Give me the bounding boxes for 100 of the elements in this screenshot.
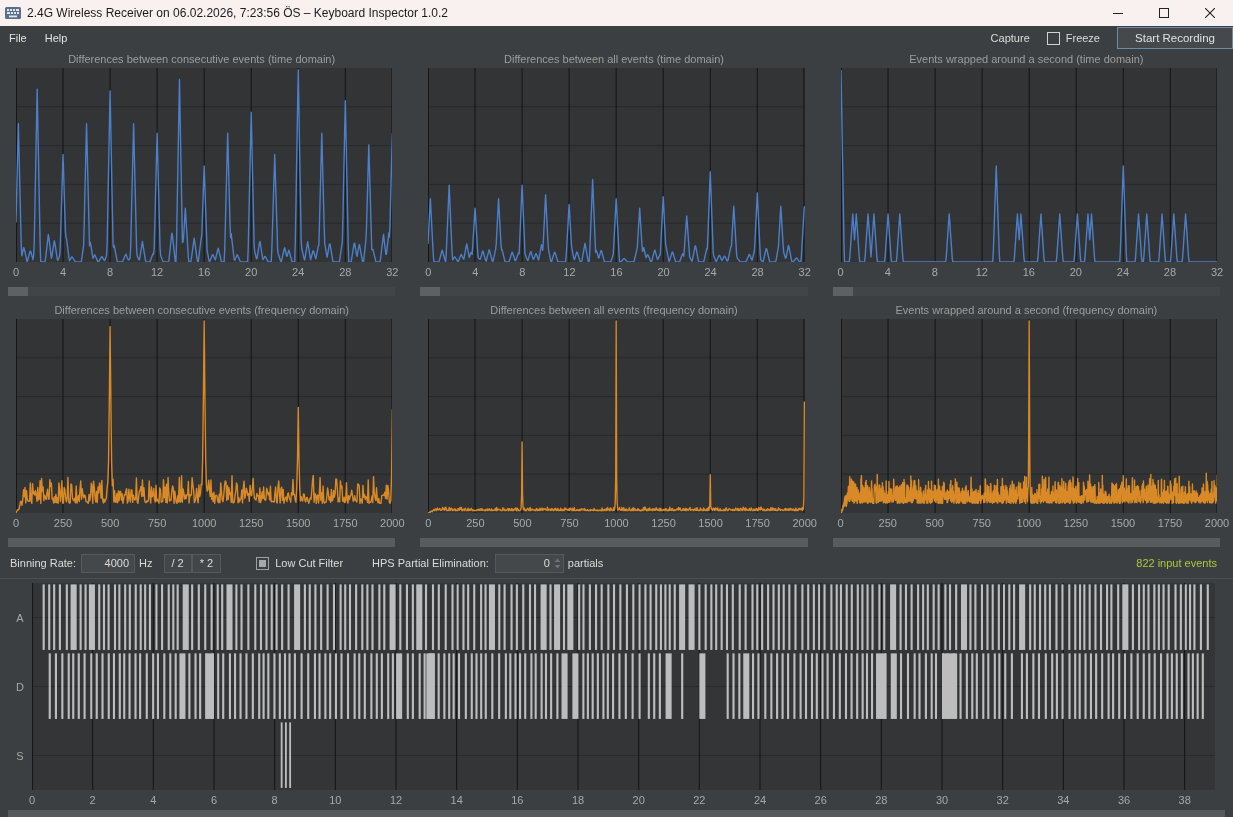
axis-label: 24 bbox=[1116, 266, 1130, 279]
axis-label: 16 bbox=[511, 794, 524, 807]
axis-label: 1250 bbox=[1063, 517, 1089, 530]
start-recording-button[interactable]: Start Recording bbox=[1117, 27, 1233, 49]
axis-label: 1500 bbox=[698, 517, 723, 530]
minimize-icon bbox=[1113, 12, 1123, 14]
menu-item[interactable]: File bbox=[0, 28, 36, 48]
row-label: D bbox=[16, 680, 24, 693]
axis-label: 0 bbox=[12, 266, 20, 279]
axis-label: 8 bbox=[519, 266, 526, 279]
chart-title: Events wrapped around a second (time domain) bbox=[909, 53, 1144, 65]
axis-label: 20 bbox=[245, 266, 258, 279]
checkbox-label: Low Cut Filter bbox=[275, 557, 344, 569]
axis-label: 500 bbox=[100, 517, 120, 530]
axis-label: 28 bbox=[1163, 266, 1177, 279]
scrollbar-track[interactable] bbox=[420, 287, 808, 296]
axis-label: 1750 bbox=[333, 517, 358, 530]
axis-label: 12 bbox=[563, 266, 576, 279]
axis-label: 8 bbox=[271, 794, 278, 807]
double-button[interactable]: * 2 bbox=[191, 553, 222, 573]
chart-title: Differences between all events (frequency domain) bbox=[490, 304, 738, 316]
menu-item[interactable]: Help bbox=[35, 28, 77, 48]
axis-label: 2000 bbox=[792, 517, 817, 530]
axis-label: 1000 bbox=[604, 517, 629, 530]
axis-label: 250 bbox=[878, 517, 897, 530]
scrollbar[interactable] bbox=[8, 810, 1225, 817]
axis-label: 250 bbox=[466, 517, 485, 530]
scrollbar[interactable] bbox=[832, 538, 1220, 547]
axis-label: 32 bbox=[996, 794, 1009, 807]
axis-label: 1000 bbox=[191, 517, 217, 530]
axis-label: 2000 bbox=[380, 517, 405, 530]
close-icon bbox=[1205, 8, 1215, 18]
axis-label: 500 bbox=[925, 517, 944, 530]
axis-label: 1500 bbox=[1110, 517, 1136, 530]
chart-title: Events wrapped around a second (frequency domain) bbox=[895, 304, 1158, 316]
axis-label: 750 bbox=[972, 517, 991, 530]
row-label: S bbox=[16, 749, 24, 762]
axis-label: 1500 bbox=[286, 517, 311, 530]
axis-label: 28 bbox=[339, 266, 352, 279]
axis-label: 32 bbox=[1210, 266, 1224, 279]
hps-label: HPS Partial Elimination: bbox=[372, 557, 489, 569]
scrollbar-track[interactable] bbox=[832, 287, 1220, 296]
axis-label: 2000 bbox=[1204, 517, 1230, 530]
axis-label: 1000 bbox=[1016, 517, 1042, 530]
axis-label: 36 bbox=[1117, 794, 1131, 807]
axis-label: 250 bbox=[53, 517, 73, 530]
axis-label: 20 bbox=[1069, 266, 1082, 279]
axis-label: 0 bbox=[28, 794, 36, 807]
spin-icon[interactable] bbox=[553, 556, 561, 570]
axis-label: 4 bbox=[884, 266, 891, 279]
chart-title: Differences between consecutive events (frequency domain) bbox=[54, 304, 349, 316]
axis-label: 4 bbox=[150, 794, 157, 807]
axis-label: 26 bbox=[814, 794, 827, 807]
axis-label: 30 bbox=[935, 794, 949, 807]
axis-label: 24 bbox=[753, 794, 767, 807]
axis-label: 750 bbox=[147, 517, 167, 530]
chart-title: Differences between all events (time domain) bbox=[504, 53, 724, 65]
axis-label: 16 bbox=[198, 266, 211, 279]
halve-button[interactable]: / 2 bbox=[163, 553, 192, 573]
axis-label: 4 bbox=[59, 266, 67, 279]
maximize-icon bbox=[1159, 8, 1169, 18]
axis-label: 0 bbox=[425, 517, 432, 530]
axis-label: 1750 bbox=[1157, 517, 1183, 530]
axis-label: 16 bbox=[610, 266, 623, 279]
axis-label: 12 bbox=[975, 266, 988, 279]
scrollbar[interactable] bbox=[420, 538, 808, 547]
axis-label: 38 bbox=[1178, 794, 1191, 807]
axis-label: 500 bbox=[513, 517, 532, 530]
axis-label: 18 bbox=[571, 794, 585, 807]
scrollbar-thumb[interactable] bbox=[8, 287, 28, 296]
axis-label: 0 bbox=[837, 517, 844, 530]
chart-title: Differences between consecutive events (time domain) bbox=[68, 53, 336, 65]
axis-label: 20 bbox=[657, 266, 670, 279]
axis-label: 10 bbox=[329, 794, 342, 807]
checkbox[interactable] bbox=[256, 556, 270, 570]
axis-label: 14 bbox=[450, 794, 463, 807]
number-field[interactable]: 4000 bbox=[81, 553, 136, 573]
axis-label: 0 bbox=[425, 266, 432, 279]
axis-label: 28 bbox=[751, 266, 764, 279]
axis-label: 24 bbox=[704, 266, 717, 279]
scrollbar[interactable] bbox=[8, 538, 396, 547]
axis-label: 24 bbox=[292, 266, 305, 279]
window-title: 2.4G Wireless Receiver on 06.02.2026, 7:23:56 ÖS – Keyboard Inspector 1.0.2 bbox=[27, 6, 448, 20]
axis-label: 22 bbox=[693, 794, 706, 807]
axis-label: 0 bbox=[12, 517, 20, 530]
axis-label: 750 bbox=[560, 517, 579, 530]
axis-label: 2 bbox=[89, 794, 96, 807]
axis-label: 12 bbox=[389, 794, 403, 807]
scrollbar-thumb[interactable] bbox=[420, 287, 441, 296]
axis-label: 28 bbox=[875, 794, 888, 807]
event-count: 822 input events bbox=[1136, 557, 1217, 569]
capture-label: Capture bbox=[990, 32, 1030, 44]
axis-label: 1250 bbox=[238, 517, 264, 530]
scrollbar-track[interactable] bbox=[8, 287, 396, 296]
axis-label: 20 bbox=[632, 794, 645, 807]
scrollbar-thumb[interactable] bbox=[832, 287, 853, 296]
axis-label: 0 bbox=[837, 266, 844, 279]
checkbox[interactable] bbox=[1046, 31, 1060, 45]
axis-label: 6 bbox=[210, 794, 218, 807]
number-field[interactable]: 0 bbox=[494, 553, 564, 573]
